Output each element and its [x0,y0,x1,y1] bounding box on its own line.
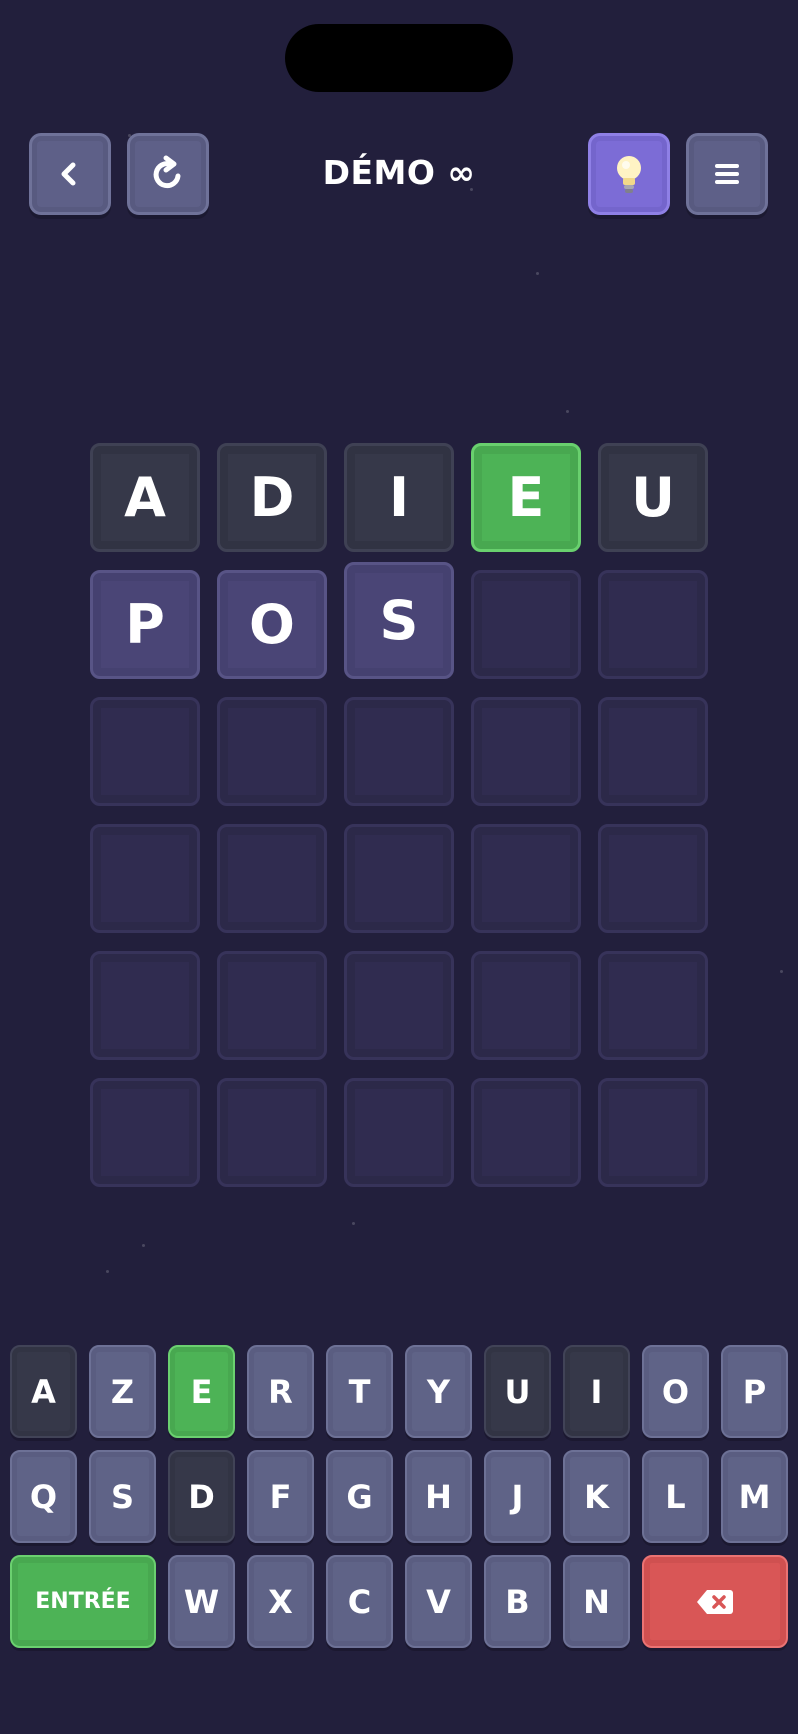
key-m[interactable]: M [721,1450,788,1543]
board-row: POS [90,562,708,679]
key-d[interactable]: D [168,1450,235,1543]
board-row [90,951,708,1060]
key-q[interactable]: Q [10,1450,77,1543]
background-star [106,1270,109,1273]
key-h[interactable]: H [405,1450,472,1543]
board-tile [217,824,327,933]
board-tile [471,951,581,1060]
key-x[interactable]: X [247,1555,314,1648]
board-row [90,824,708,933]
board-tile [90,697,200,806]
board-tile: E [471,443,581,552]
back-button[interactable] [29,133,111,215]
key-j[interactable]: J [484,1450,551,1543]
hint-button[interactable] [588,133,670,215]
key-c[interactable]: C [326,1555,393,1648]
key-u[interactable]: U [484,1345,551,1438]
board-tile [344,1078,454,1187]
board-tile: U [598,443,708,552]
board-tile [471,824,581,933]
key-i[interactable]: I [563,1345,630,1438]
key-v[interactable]: V [405,1555,472,1648]
board-tile [471,697,581,806]
board-tile [90,951,200,1060]
background-star [780,970,783,973]
board-tile [598,1078,708,1187]
key-a[interactable]: A [10,1345,77,1438]
keyboard-row: ENTRÉE W X C V B N [10,1555,788,1648]
key-o[interactable]: O [642,1345,709,1438]
backspace-icon [697,1589,733,1614]
board-tile [598,824,708,933]
restart-button[interactable] [127,133,209,215]
board-tile [471,1078,581,1187]
board-tile [344,824,454,933]
key-l[interactable]: L [642,1450,709,1543]
background-star [536,272,539,275]
board-tile [598,697,708,806]
board-tile [598,951,708,1060]
key-y[interactable]: Y [405,1345,472,1438]
board-tile [217,951,327,1060]
board-tile: I [344,443,454,552]
board-tile: S [344,562,454,679]
game-board: ADIEUPOS [90,443,708,1205]
key-k[interactable]: K [563,1450,630,1543]
board-tile [90,824,200,933]
key-r[interactable]: R [247,1345,314,1438]
board-tile [598,570,708,679]
background-star [352,1222,355,1225]
key-w[interactable]: W [168,1555,235,1648]
key-s[interactable]: S [89,1450,156,1543]
board-tile [344,951,454,1060]
board-tile [471,570,581,679]
key-b[interactable]: B [484,1555,551,1648]
board-tile: D [217,443,327,552]
hamburger-menu-icon [715,164,739,184]
board-row [90,1078,708,1187]
board-tile [90,1078,200,1187]
delete-key[interactable] [642,1555,788,1648]
menu-button[interactable] [686,133,768,215]
board-tile: A [90,443,200,552]
key-t[interactable]: T [326,1345,393,1438]
page-title: DÉMO ∞ [322,153,476,192]
board-tile [217,697,327,806]
key-f[interactable]: F [247,1450,314,1543]
background-star [566,410,569,413]
chevron-left-icon [61,162,76,186]
keyboard: A Z E R T Y U I O P Q S D F G H J K L M ENTRÉE W X C V B N [10,1345,788,1660]
keyboard-row: QSDFGHJKLM [10,1450,788,1543]
key-n[interactable]: N [563,1555,630,1648]
board-tile [217,1078,327,1187]
board-tile: P [90,570,200,679]
board-row [90,697,708,806]
dynamic-island [285,24,513,92]
refresh-icon [153,155,181,189]
key-z[interactable]: Z [89,1345,156,1438]
background-star [142,1244,145,1247]
board-row: ADIEU [90,443,708,552]
key-p[interactable]: P [721,1345,788,1438]
key-e[interactable]: E [168,1345,235,1438]
keyboard-row: AZERTYUIOP [10,1345,788,1438]
enter-key[interactable]: ENTRÉE [10,1555,156,1648]
board-tile: O [217,570,327,679]
lightbulb-icon [617,156,641,193]
board-tile [344,697,454,806]
key-g[interactable]: G [326,1450,393,1543]
